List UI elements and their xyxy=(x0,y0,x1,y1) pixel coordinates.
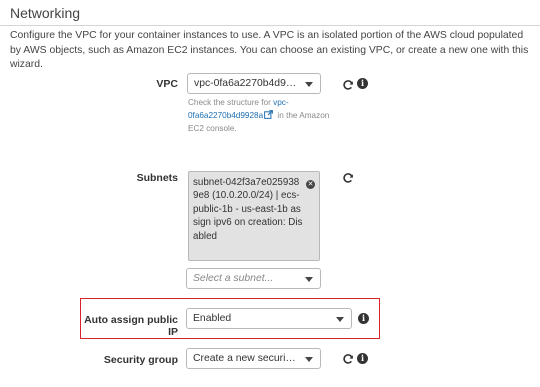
external-link-icon[interactable] xyxy=(264,110,274,119)
remove-token-icon[interactable]: ✕ xyxy=(306,180,315,189)
security-group-select[interactable]: Create a new security group xyxy=(186,348,321,369)
section-description: Configure the VPC for your container ins… xyxy=(10,30,529,70)
vpc-help-prefix: Check the structure for xyxy=(188,98,271,107)
section-title: Networking xyxy=(10,5,81,21)
info-icon[interactable]: i xyxy=(357,353,368,364)
refresh-icon[interactable] xyxy=(342,172,354,184)
auto-assign-ip-select[interactable]: Enabled xyxy=(186,308,352,329)
vpc-select-value: vpc-0fa6a2270b4d9928a xyxy=(194,78,298,89)
vpc-label: VPC xyxy=(156,78,178,90)
subnet-token[interactable]: subnet-042f3a7e0259389e8 (10.0.20.0/24) … xyxy=(188,171,320,261)
section-divider xyxy=(0,25,540,26)
chevron-down-icon xyxy=(305,82,313,87)
auto-assign-ip-label: Auto assign public IP xyxy=(84,314,178,338)
refresh-icon[interactable] xyxy=(342,79,354,91)
info-icon[interactable]: i xyxy=(357,78,368,89)
subnet-select[interactable]: Select a subnet... xyxy=(186,268,321,289)
auto-assign-ip-value: Enabled xyxy=(193,313,232,324)
chevron-down-icon xyxy=(305,357,313,362)
security-group-value: Create a new security group xyxy=(193,353,298,364)
refresh-icon[interactable] xyxy=(342,353,354,365)
chevron-down-icon xyxy=(305,277,313,282)
subnet-select-placeholder: Select a subnet... xyxy=(193,273,274,284)
security-group-label: Security group xyxy=(103,354,178,366)
subnets-label: Subnets xyxy=(136,172,178,184)
subnet-token-label: subnet-042f3a7e0259389e8 (10.0.20.0/24) … xyxy=(193,177,303,242)
info-icon[interactable]: i xyxy=(358,313,369,324)
chevron-down-icon xyxy=(336,317,344,322)
vpc-select[interactable]: vpc-0fa6a2270b4d9928a xyxy=(187,73,321,94)
vpc-help-text: Check the structure for vpc-0fa6a2270b4d… xyxy=(188,96,338,135)
